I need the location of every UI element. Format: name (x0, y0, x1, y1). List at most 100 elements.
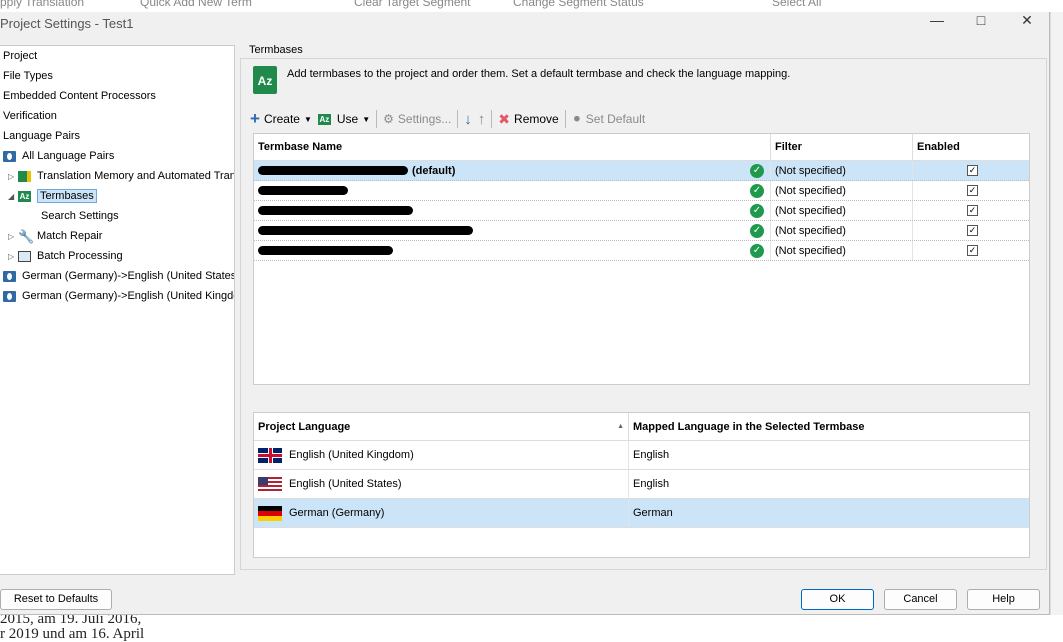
tree-item[interactable]: ▷ Translation Memory and Automated Transl… (8, 166, 234, 187)
create-label: Create (263, 112, 300, 126)
collapse-icon[interactable]: ◢ (8, 187, 18, 207)
tree-item[interactable]: Embedded Content Processors (3, 86, 156, 106)
enabled-checkbox[interactable]: ✓ (967, 165, 978, 176)
settings-tree: Project File Types Embedded Content Proces… (0, 45, 235, 575)
tree-item[interactable]: ▷ 🔧 Match Repair (8, 226, 102, 246)
set-default-button[interactable]: ⚫ Set Default (572, 112, 645, 126)
enabled-cell: ✓ (913, 201, 1029, 220)
header-label: Project Language (258, 420, 351, 433)
expand-icon[interactable]: ▷ (8, 167, 18, 187)
bg-item: Select All (772, 0, 822, 9)
sort-asc-icon: ▲ (617, 423, 624, 430)
mapped-language-cell[interactable]: English (629, 470, 1029, 498)
termbase-name-cell: (default) ✓ (254, 161, 771, 180)
termbases-table: Termbase Name Filter Enabled (default) ✓(… (253, 133, 1030, 385)
settings-label: Settings... (397, 112, 452, 126)
move-up-button[interactable]: ↑ (478, 111, 486, 128)
col-enabled[interactable]: Enabled (913, 134, 1029, 160)
chevron-down-icon: ▼ (362, 114, 371, 124)
col-project-language[interactable]: Project Language ▲ (254, 413, 629, 440)
create-button[interactable]: + Create ▼ (250, 109, 312, 129)
help-button[interactable]: Help (967, 589, 1040, 610)
table-row[interactable]: (default) ✓ (Not specified) ✓ (254, 161, 1029, 181)
enabled-checkbox[interactable]: ✓ (967, 225, 978, 236)
minimize-button[interactable]: — (917, 12, 957, 30)
table-row[interactable]: English (United Kingdom) English (254, 441, 1029, 470)
project-settings-dialog: Project Settings - Test1 — □ ✕ Project Fi… (0, 12, 1050, 615)
tree-item-label: File Types (3, 70, 53, 82)
table-row[interactable]: German (Germany) German (254, 499, 1029, 528)
tree-item[interactable]: All Language Pairs (3, 146, 114, 166)
tree-item[interactable]: Project (3, 46, 37, 66)
tree-item-label: Project (3, 50, 38, 62)
tree-item[interactable]: German (Germany)->English (United States… (3, 266, 234, 286)
tree-item-label: Match Repair (37, 230, 103, 242)
filter-cell[interactable]: (Not specified) (771, 181, 913, 200)
background-app-edge (1050, 12, 1063, 615)
flag-de-icon (258, 505, 282, 521)
tree-item[interactable]: German (Germany)->English (United Kingdo… (3, 286, 234, 306)
default-label: (default) (412, 164, 456, 177)
col-filter[interactable]: Filter (771, 134, 913, 160)
move-down-button[interactable]: ↓ (464, 111, 472, 128)
filter-cell[interactable]: (Not specified) (771, 201, 913, 220)
background-document-text: 2015, am 19. Juli 2016, r 2019 und am 16… (0, 612, 185, 642)
check-circle-icon: ✓ (750, 244, 764, 258)
enabled-checkbox[interactable]: ✓ (967, 185, 978, 196)
remove-x-icon: ✖ (498, 110, 511, 127)
termbase-icon: Az (317, 113, 331, 125)
reset-to-defaults-button[interactable]: Reset to Defaults (0, 589, 112, 610)
table-row[interactable]: ✓ (Not specified) ✓ (254, 181, 1029, 201)
maximize-button[interactable]: □ (961, 12, 1001, 30)
table-row[interactable]: English (United States) English (254, 470, 1029, 499)
enabled-cell: ✓ (913, 181, 1029, 200)
remove-button[interactable]: ✖ Remove (498, 111, 558, 128)
table-row[interactable]: ✓ (Not specified) ✓ (254, 201, 1029, 221)
table-row[interactable]: ✓ (Not specified) ✓ (254, 241, 1029, 261)
separator (491, 110, 493, 128)
tree-item[interactable]: File Types (3, 66, 53, 86)
table-header: Termbase Name Filter Enabled (254, 134, 1029, 161)
filter-cell[interactable]: (Not specified) (771, 221, 913, 240)
language-label: English (United Kingdom) (289, 449, 414, 461)
separator (376, 110, 378, 128)
description: Add termbases to the project and order t… (287, 68, 791, 80)
expand-icon[interactable]: ▷ (8, 227, 18, 247)
use-button[interactable]: Az Use ▼ (317, 112, 371, 126)
redacted-name (258, 226, 473, 235)
remove-label: Remove (514, 112, 559, 126)
filter-cell[interactable]: (Not specified) (771, 161, 913, 180)
check-circle-icon: ✓ (750, 164, 764, 178)
redacted-name (258, 186, 348, 195)
award-icon: ⚫ (571, 112, 582, 126)
ok-button[interactable]: OK (801, 589, 874, 610)
globe-icon (3, 270, 16, 282)
tree-item[interactable]: Verification (3, 106, 57, 126)
enabled-cell: ✓ (913, 241, 1029, 260)
settings-button[interactable]: ⚙ Settings... (383, 112, 451, 126)
language-label: German (Germany) (289, 507, 385, 519)
mapped-language-cell[interactable]: German (629, 499, 1029, 527)
table-row[interactable]: ✓ (Not specified) ✓ (254, 221, 1029, 241)
mapped-language-cell[interactable]: English (629, 441, 1029, 469)
col-termbase-name[interactable]: Termbase Name (254, 134, 771, 160)
enabled-checkbox[interactable]: ✓ (967, 245, 978, 256)
redacted-name (258, 206, 413, 215)
bg-line: r 2019 und am 16. April (0, 626, 145, 642)
tree-item[interactable]: ◢ Az Termbases (8, 186, 97, 206)
tree-item[interactable]: Search Settings (41, 206, 119, 226)
expand-icon[interactable]: ▷ (8, 247, 18, 267)
redacted-name (258, 246, 393, 255)
enabled-checkbox[interactable]: ✓ (967, 205, 978, 216)
project-language-cell: English (United States) (254, 470, 629, 498)
tree-item[interactable]: ▷ Batch Processing (8, 246, 123, 266)
cancel-button[interactable]: Cancel (884, 589, 957, 610)
filter-cell[interactable]: (Not specified) (771, 241, 913, 260)
termbase-name-cell: ✓ (254, 241, 771, 260)
arrow-up-icon: ↑ (477, 110, 486, 128)
separator (457, 110, 459, 128)
tree-item-label: Embedded Content Processors (3, 90, 156, 102)
close-button[interactable]: ✕ (1007, 12, 1047, 30)
tree-item[interactable]: Language Pairs (3, 126, 80, 146)
col-mapped-language[interactable]: Mapped Language in the Selected Termbase (629, 413, 1029, 440)
